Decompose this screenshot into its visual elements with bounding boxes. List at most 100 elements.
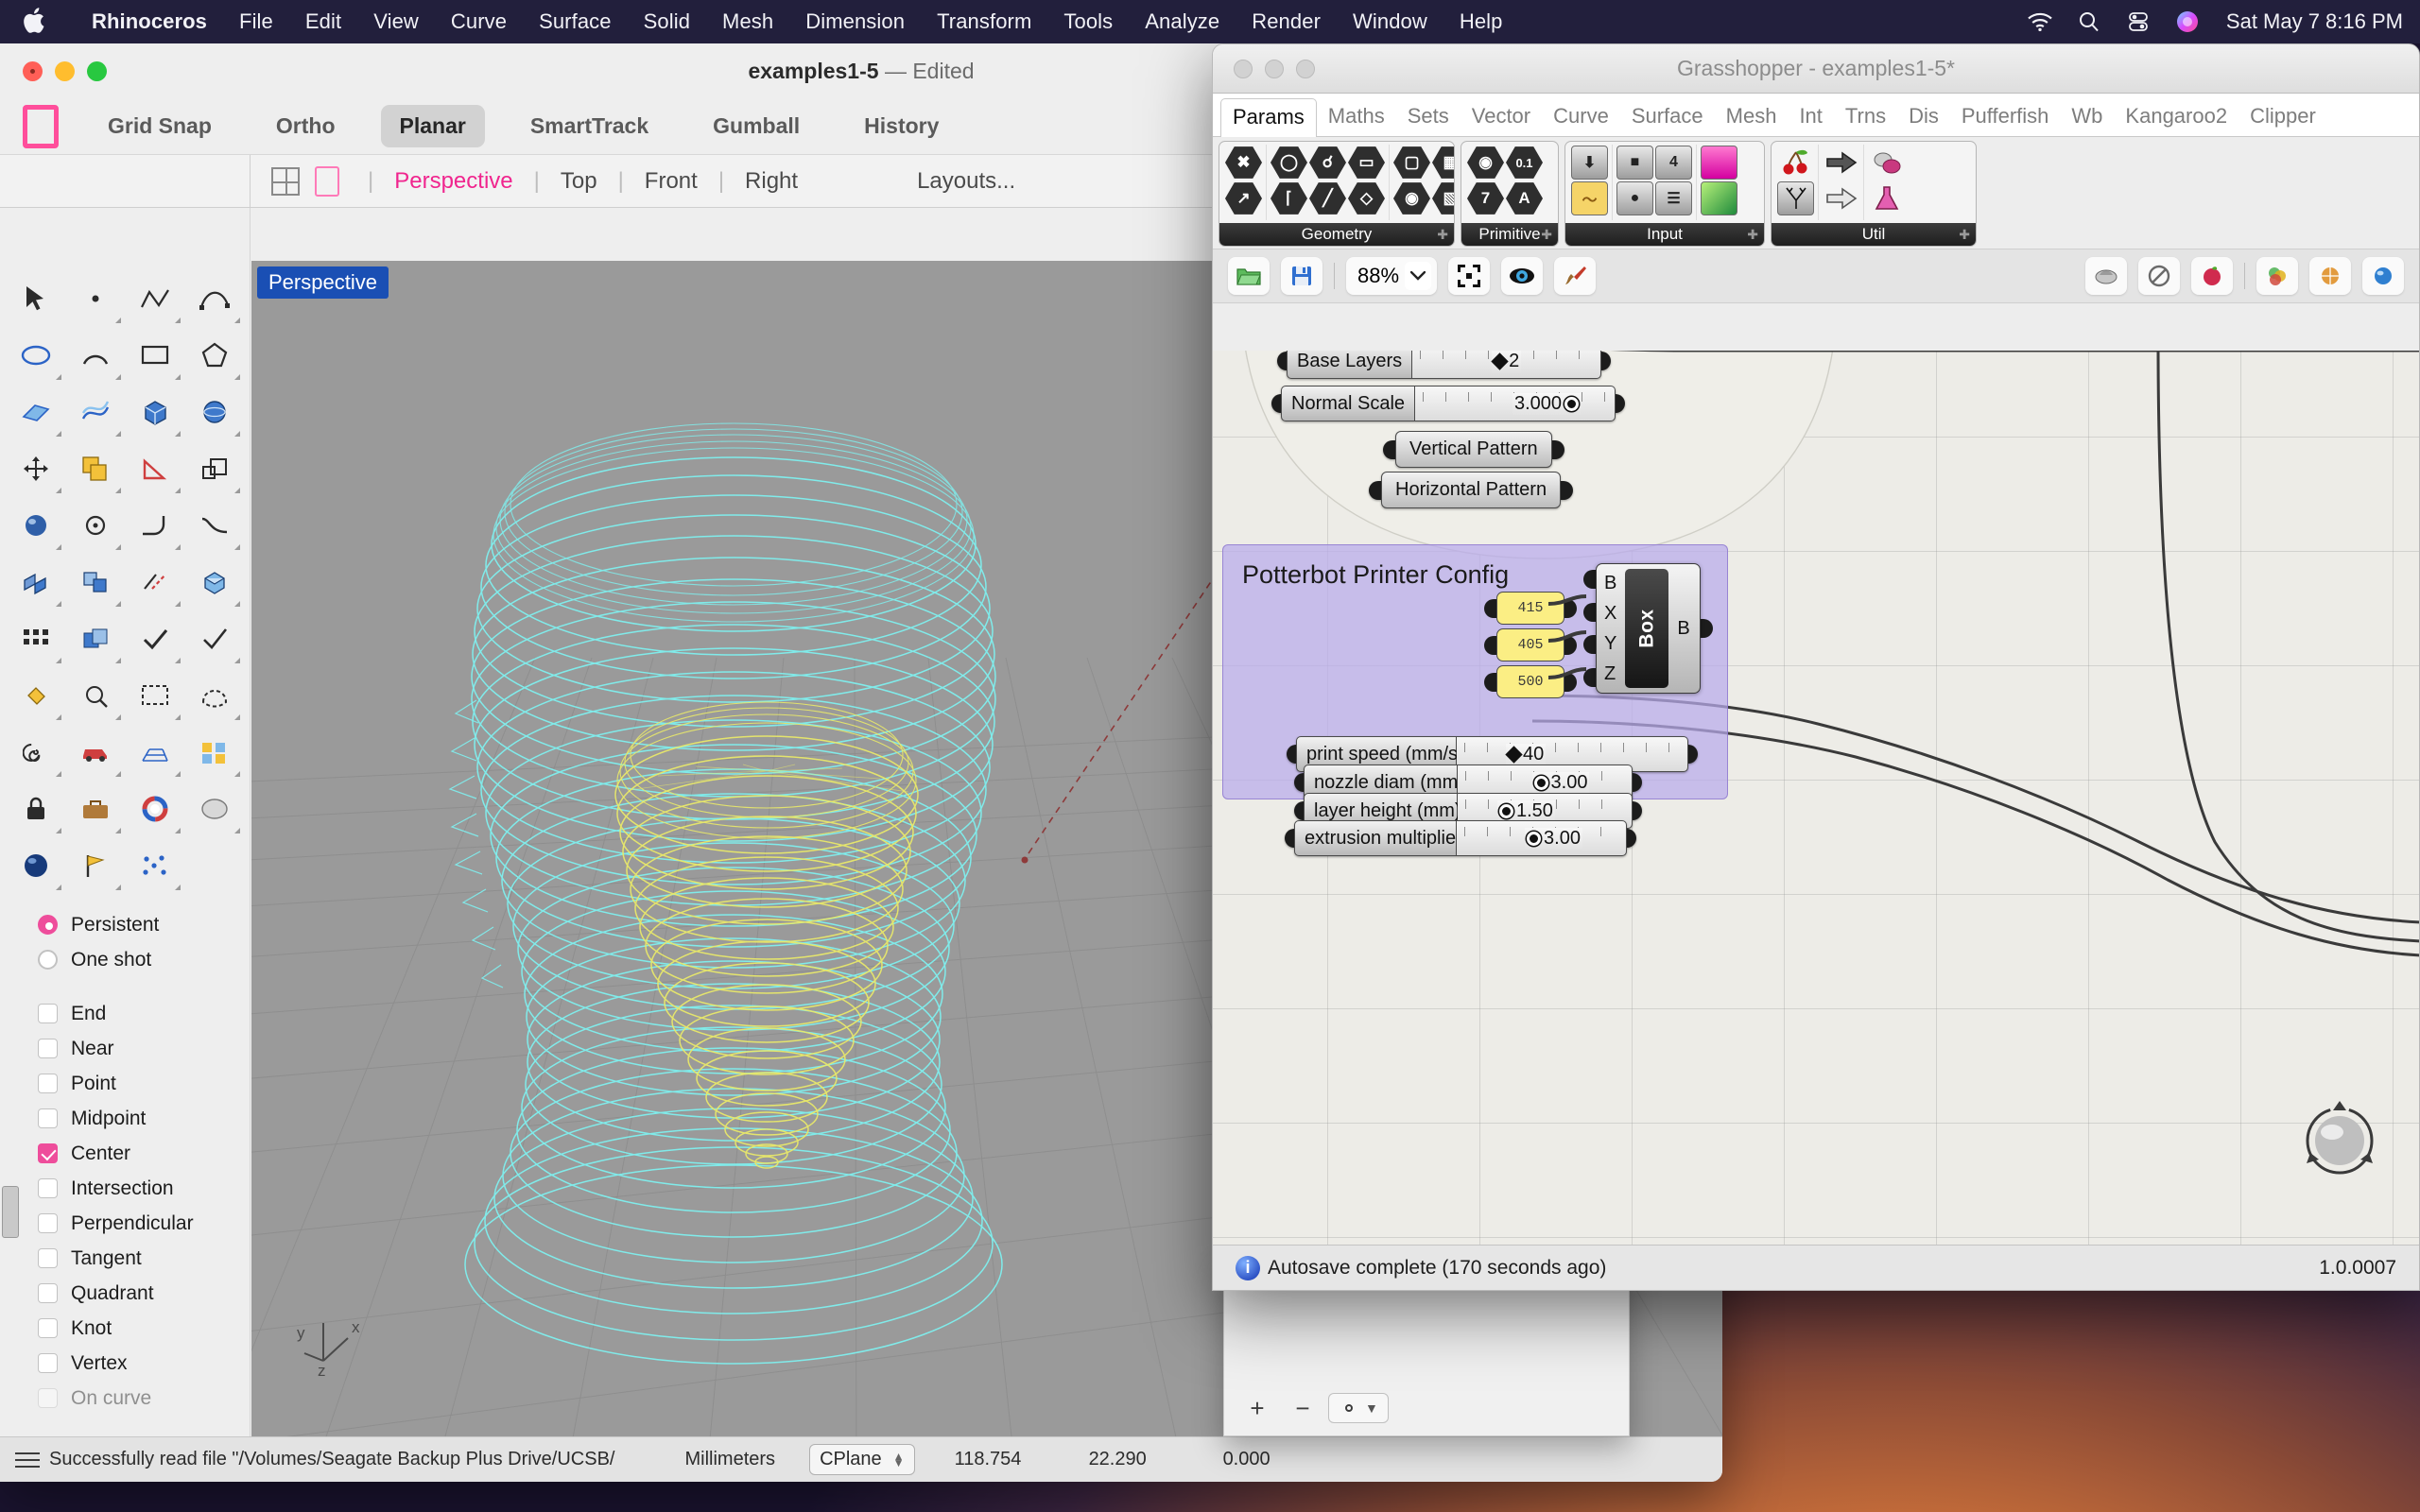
preview-colors-icon[interactable] — [2256, 257, 2298, 295]
osnap-vertex[interactable]: Vertex — [38, 1346, 250, 1381]
input-pin[interactable] — [1484, 673, 1496, 692]
paint-bucket-icon[interactable] — [6, 667, 65, 724]
boolean-toggle-icon[interactable]: ■ — [1616, 146, 1653, 180]
siri-icon[interactable] — [2173, 8, 2202, 36]
expand-icon[interactable]: ✚ — [1747, 227, 1758, 243]
diamond-handle-icon[interactable] — [1491, 352, 1508, 369]
polyline-icon[interactable] — [125, 270, 184, 327]
osnap-mode-persistent[interactable]: Persistent — [38, 907, 250, 942]
number-value[interactable]: 415 — [1496, 592, 1564, 625]
osnap-perpendicular[interactable]: Perpendicular — [38, 1206, 250, 1241]
relay-dark-arrow-icon[interactable] — [1823, 146, 1859, 180]
mesh-param-icon[interactable]: ▦ — [1432, 146, 1455, 180]
arc-param-icon[interactable]: ⌈ — [1270, 181, 1307, 215]
zoom-target-icon[interactable] — [65, 667, 125, 724]
trim-icon[interactable] — [125, 554, 184, 610]
circle-small-icon[interactable] — [65, 497, 125, 554]
relay-light-arrow-icon[interactable] — [1823, 181, 1859, 215]
osnap-intersection[interactable]: Intersection — [38, 1171, 250, 1206]
expand-icon[interactable]: ✚ — [1541, 227, 1552, 243]
integer-param-icon[interactable]: 7 — [1467, 181, 1504, 215]
color-swatch-icon[interactable] — [1701, 181, 1737, 215]
open-folder-icon[interactable] — [1228, 257, 1270, 295]
gh-slider[interactable]: Normal Scale 3.000 — [1271, 386, 1625, 421]
tab-kangaroo2[interactable]: Kangaroo2 — [2114, 98, 2238, 136]
menu-file[interactable]: File — [223, 9, 289, 34]
osnap-center[interactable]: Center — [38, 1136, 250, 1171]
canvas-scroll-handle[interactable] — [2, 1186, 19, 1238]
osnap-near[interactable]: Near — [38, 1031, 250, 1066]
checkmark-icon[interactable] — [184, 610, 244, 667]
eye-preview-icon[interactable] — [1501, 257, 1543, 295]
slider-track[interactable]: 2 — [1412, 351, 1601, 379]
panel-icon[interactable]: ☰ — [1655, 181, 1692, 215]
tab-curve[interactable]: Curve — [1542, 98, 1620, 136]
cherries-icon[interactable] — [1777, 146, 1814, 180]
tab-pufferfish[interactable]: Pufferfish — [1950, 98, 2061, 136]
gradient-icon[interactable] — [1701, 146, 1737, 180]
bake-icon[interactable] — [2191, 257, 2233, 295]
menu-window[interactable]: Window — [1337, 9, 1443, 34]
navigation-ball-icon[interactable] — [2294, 1095, 2385, 1186]
cplane-select[interactable]: CPlane ▲▼ — [809, 1444, 915, 1475]
rotate-icon[interactable] — [125, 440, 184, 497]
surface-param-icon[interactable]: ▭ — [1348, 146, 1385, 180]
tab-mesh[interactable]: Mesh — [1715, 98, 1789, 136]
number-value[interactable]: 500 — [1496, 665, 1564, 698]
box-icon[interactable] — [125, 384, 184, 440]
add-button[interactable]: + — [1237, 1390, 1277, 1426]
osnap-mode-one-shot[interactable]: One shot — [38, 942, 250, 977]
mesh-face-icon[interactable]: ▧ — [1432, 181, 1455, 215]
sphere-blue-icon[interactable] — [6, 837, 65, 894]
surface-grid-icon[interactable] — [6, 384, 65, 440]
menu-dimension[interactable]: Dimension — [789, 9, 921, 34]
viewport-name-label[interactable]: Perspective — [257, 266, 389, 299]
select-window-icon[interactable] — [125, 667, 184, 724]
checkbox-knot[interactable] — [38, 1318, 58, 1338]
rectangle-icon[interactable] — [125, 327, 184, 384]
text-param-icon[interactable]: A — [1506, 181, 1543, 215]
geometry-icon[interactable]: ✖ — [1225, 146, 1262, 180]
menu-rhinoceros[interactable]: Rhinoceros — [76, 9, 223, 34]
paintbrush-icon[interactable] — [1554, 257, 1596, 295]
search-icon[interactable] — [2075, 8, 2103, 36]
circle-handle-icon[interactable] — [1564, 397, 1579, 411]
loft-icon[interactable] — [65, 384, 125, 440]
menu-bar-clock[interactable]: Sat May 7 8:16 PM — [2222, 9, 2403, 34]
toggle-grid-snap[interactable]: Grid Snap — [89, 105, 231, 147]
circle-handle-icon[interactable] — [1534, 776, 1548, 790]
wifi-icon[interactable] — [2026, 8, 2054, 36]
slider-knob[interactable]: 3.000 — [1512, 393, 1581, 415]
tab-sets[interactable]: Sets — [1396, 98, 1461, 136]
slider-icon[interactable]: ⬇ — [1571, 146, 1608, 180]
panel-vertical-pattern[interactable]: Vertical Pattern — [1383, 431, 1564, 468]
render-preview-icon[interactable] — [184, 781, 244, 837]
gh-maximize-button[interactable] — [1296, 60, 1315, 78]
scale-icon[interactable] — [184, 440, 244, 497]
disabled-icon[interactable] — [2138, 257, 2180, 295]
output-pin[interactable] — [1564, 636, 1577, 655]
panel-horizontal-pattern[interactable]: Horizontal Pattern — [1369, 472, 1573, 508]
menu-help[interactable]: Help — [1443, 9, 1519, 34]
input-pin[interactable] — [1383, 440, 1395, 459]
slider-knob[interactable]: 3.00 — [1525, 828, 1582, 850]
minimize-button[interactable] — [55, 61, 75, 81]
number-value[interactable]: 405 — [1496, 628, 1564, 662]
output-pin[interactable] — [1564, 673, 1577, 692]
flask-icon[interactable] — [1868, 181, 1905, 215]
zoom-extents-icon[interactable] — [1448, 257, 1490, 295]
preview-mesh-icon[interactable] — [2309, 257, 2351, 295]
flag-icon[interactable] — [65, 837, 125, 894]
radio-one-shot[interactable] — [38, 950, 58, 970]
osnap-on-curve[interactable]: On curve — [38, 1381, 250, 1416]
menu-mesh[interactable]: Mesh — [706, 9, 789, 34]
diamond-handle-icon[interactable] — [1505, 746, 1522, 763]
spiral-icon[interactable] — [6, 724, 65, 781]
input-pin-y[interactable] — [1583, 635, 1596, 654]
osnap-knot[interactable]: Knot — [38, 1311, 250, 1346]
tab-surface[interactable]: Surface — [1620, 98, 1715, 136]
expand-icon[interactable]: ✚ — [1959, 227, 1970, 243]
knob-icon[interactable]: ● — [1616, 181, 1653, 215]
lock-icon[interactable] — [6, 781, 65, 837]
point-param-icon[interactable]: ◇ — [1348, 181, 1385, 215]
